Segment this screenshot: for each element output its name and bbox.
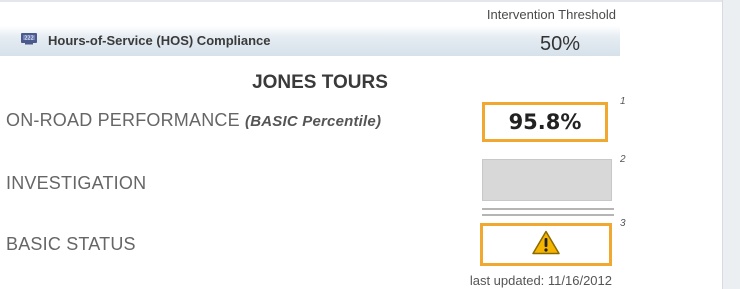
right-scroll-edge [722, 0, 740, 289]
separator-line-1 [482, 208, 614, 210]
hos-compliance-title[interactable]: Hours-of-Service (HOS) Compliance [48, 33, 271, 48]
hos-clock-icon: 222 [20, 31, 38, 45]
company-name: JONES TOURS [252, 72, 388, 93]
separator-line-2 [482, 214, 614, 216]
svg-text:222: 222 [24, 36, 34, 42]
intervention-threshold-label: Intervention Threshold [486, 7, 616, 22]
basic-percentile-value: 95.8% [482, 102, 608, 142]
investigation-label: INVESTIGATION [6, 173, 147, 193]
footnote-1: 1 [620, 96, 626, 107]
footnote-3: 3 [620, 218, 626, 229]
on-road-performance-label: ON-ROAD PERFORMANCE (BASIC Percentile) [6, 110, 381, 131]
intervention-threshold-value: 50% [539, 33, 581, 55]
top-divider [0, 0, 722, 2]
basic-status-label: BASIC STATUS [6, 234, 136, 254]
investigation-status-box [482, 159, 612, 201]
footnote-2: 2 [620, 154, 626, 165]
basic-status-box [480, 223, 612, 266]
last-updated-timestamp: last updated: 11/16/2012 [469, 273, 612, 288]
basic-percentile-qualifier: (BASIC Percentile) [245, 113, 382, 130]
warning-icon [532, 230, 560, 260]
on-road-performance-text: ON-ROAD PERFORMANCE [6, 110, 240, 130]
